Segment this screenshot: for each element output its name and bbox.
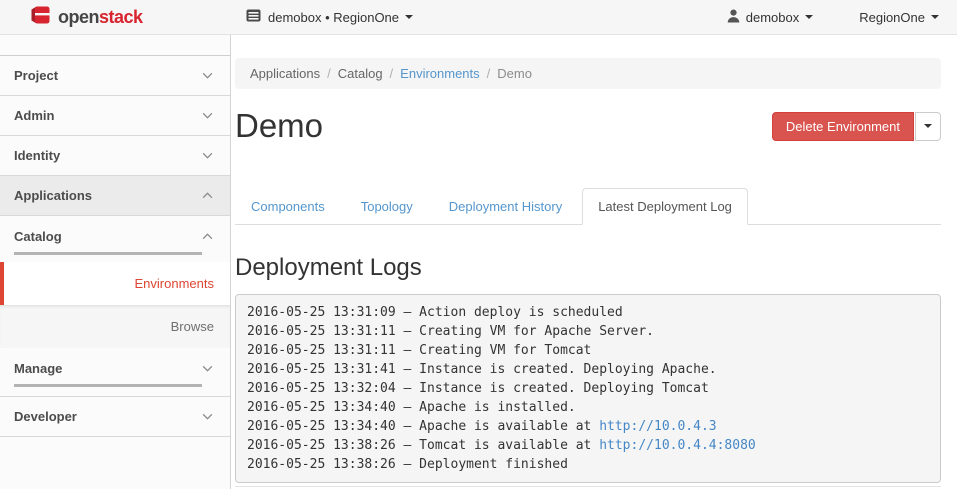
chevron-up-icon — [202, 233, 213, 240]
sidebar-item-project[interactable]: Project — [0, 56, 230, 96]
log-line: 2016-05-25 13:31:11 — Creating VM for Ap… — [247, 322, 929, 341]
tab-topology-link[interactable]: Topology — [345, 188, 429, 225]
sidebar-item-label: Environments — [135, 276, 214, 291]
sidebar-item-label: Admin — [14, 108, 54, 123]
chevron-down-icon — [202, 72, 213, 79]
tab-latest-deployment-log-link[interactable]: Latest Deployment Log — [582, 188, 748, 225]
sidebar-item-label: Identity — [14, 148, 60, 163]
sidebar-clipped-row — [0, 35, 230, 56]
user-menu-label: demobox — [746, 10, 799, 25]
log-line: 2016-05-25 13:34:40 — Apache is availabl… — [247, 417, 929, 436]
sidebar-item-developer[interactable]: Developer — [0, 397, 230, 437]
sidebar-item-catalog[interactable]: Catalog — [0, 216, 230, 262]
page-header: Demo Delete Environment — [235, 103, 941, 149]
region-menu[interactable]: RegionOne — [859, 10, 939, 25]
breadcrumb-separator: / — [390, 66, 394, 81]
breadcrumb-current: Demo — [497, 66, 532, 81]
tab-latest-deployment-log[interactable]: Latest Deployment Log — [582, 188, 748, 225]
delete-environment-dropdown-toggle[interactable] — [915, 112, 941, 141]
breadcrumb-environments-link[interactable]: Environments — [400, 66, 479, 81]
log-line: 2016-05-25 13:32:04 — Instance is create… — [247, 379, 929, 398]
sidebar-item-environments[interactable]: Environments — [0, 262, 230, 305]
tab-components[interactable]: Components — [235, 188, 341, 225]
deployment-log-box: 2016-05-25 13:31:09 — Action deploy is s… — [235, 294, 941, 483]
tab-components-link[interactable]: Components — [235, 188, 341, 225]
log-line: 2016-05-25 13:34:40 — Apache is installe… — [247, 398, 929, 417]
sidebar-nav: Project Admin Identity Applications Cata… — [0, 35, 231, 489]
user-icon — [727, 9, 740, 26]
sidebar-item-label: Browse — [171, 319, 214, 334]
sidebar-item-identity[interactable]: Identity — [0, 136, 230, 176]
breadcrumb: Applications / Catalog / Environments / Demo — [235, 58, 941, 89]
region-menu-label: RegionOne — [859, 10, 925, 25]
chevron-down-icon — [202, 413, 213, 420]
project-region-switcher[interactable]: demobox • RegionOne — [246, 9, 413, 25]
content-bottom-divider — [235, 486, 941, 487]
tab-bar: Components Topology Deployment History L… — [235, 188, 941, 225]
brand-wordmark: openstack — [58, 7, 143, 28]
delete-environment-split-button: Delete Environment — [772, 112, 941, 141]
context-switcher-label: demobox • RegionOne — [268, 10, 399, 25]
chevron-down-icon — [202, 365, 213, 372]
section-underline — [14, 384, 202, 387]
breadcrumb-separator: / — [487, 66, 491, 81]
log-line: 2016-05-25 13:31:09 — Action deploy is s… — [247, 303, 929, 322]
sidebar-item-label: Developer — [14, 409, 77, 424]
sidebar-item-label: Catalog — [14, 229, 62, 244]
sidebar-item-label: Applications — [14, 188, 92, 203]
breadcrumb-applications[interactable]: Applications — [250, 66, 320, 81]
chevron-down-icon — [202, 152, 213, 159]
tab-topology[interactable]: Topology — [345, 188, 429, 225]
tab-deployment-history-link[interactable]: Deployment History — [433, 188, 578, 225]
log-line: 2016-05-25 13:31:11 — Creating VM for To… — [247, 341, 929, 360]
log-line: 2016-05-25 13:38:26 — Tomcat is availabl… — [247, 436, 929, 455]
section-underline — [14, 252, 202, 255]
sidebar-item-label: Manage — [14, 361, 62, 376]
chevron-down-icon — [924, 124, 932, 128]
chevron-down-icon — [202, 112, 213, 119]
log-line: 2016-05-25 13:38:26 — Deployment finishe… — [247, 455, 929, 474]
chevron-down-icon — [805, 15, 813, 19]
log-url-link[interactable]: http://10.0.4.4:8080 — [599, 438, 756, 453]
chevron-down-icon — [931, 15, 939, 19]
openstack-brand[interactable]: openstack — [0, 4, 231, 31]
chevron-up-icon — [202, 192, 213, 199]
sidebar-item-label: Project — [14, 68, 58, 83]
main-content: Applications / Catalog / Environments / Demo D… — [231, 35, 957, 489]
sidebar-item-browse[interactable]: Browse — [0, 305, 230, 348]
project-list-icon — [246, 9, 261, 25]
breadcrumb-catalog[interactable]: Catalog — [338, 66, 383, 81]
user-menu[interactable]: demobox — [727, 9, 813, 26]
log-line: 2016-05-25 13:31:41 — Instance is create… — [247, 360, 929, 379]
sidebar-item-applications[interactable]: Applications — [0, 176, 230, 216]
tab-deployment-history[interactable]: Deployment History — [433, 188, 578, 225]
log-url-link[interactable]: http://10.0.4.3 — [599, 419, 716, 434]
deployment-logs-heading: Deployment Logs — [235, 254, 941, 282]
delete-environment-button[interactable]: Delete Environment — [772, 112, 914, 141]
top-navbar: openstack demobox • RegionOne demobox Re… — [0, 0, 957, 35]
sidebar-item-admin[interactable]: Admin — [0, 96, 230, 136]
sidebar-item-manage[interactable]: Manage — [0, 348, 230, 397]
page-title: Demo — [235, 107, 323, 145]
openstack-logo-icon — [27, 4, 52, 31]
chevron-down-icon — [405, 15, 413, 19]
breadcrumb-separator: / — [327, 66, 331, 81]
